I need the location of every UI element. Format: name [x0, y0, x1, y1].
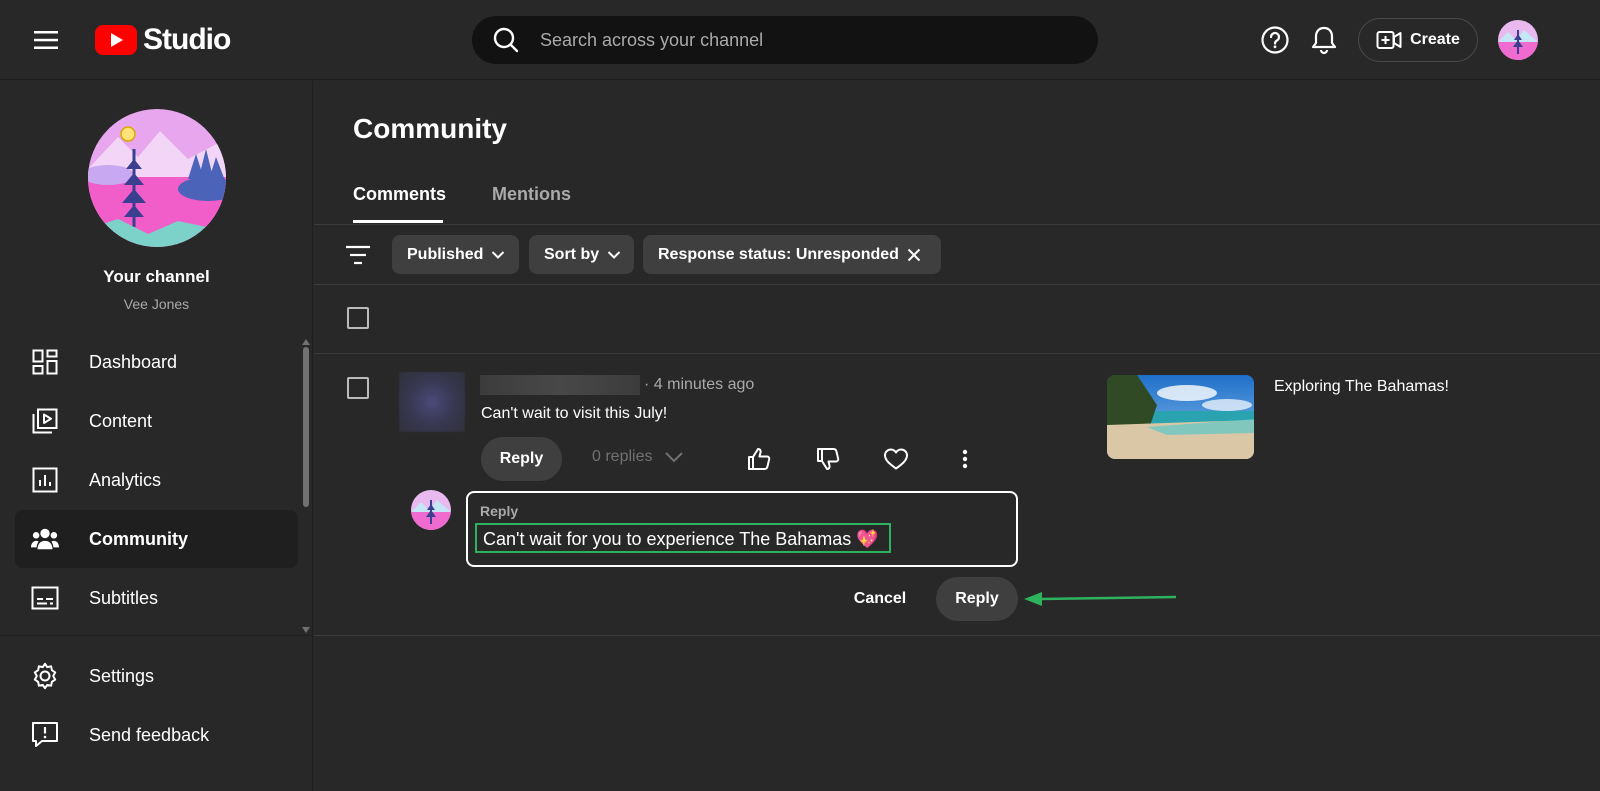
- comment-time: · 4 minutes ago: [644, 376, 755, 393]
- content-icon: [31, 407, 59, 435]
- heart-icon[interactable]: [880, 443, 912, 475]
- close-icon[interactable]: [907, 248, 921, 262]
- filter-chip-sort-by[interactable]: Sort by: [529, 235, 634, 274]
- account-avatar[interactable]: [1498, 20, 1538, 60]
- sidebar-item-label: Analytics: [89, 469, 162, 490]
- scroll-thumb[interactable]: [303, 347, 309, 507]
- reply-button[interactable]: Reply: [481, 437, 562, 481]
- search-input[interactable]: [540, 29, 1060, 51]
- replies-count-label: 0 replies: [592, 448, 653, 465]
- tabs-divider: [314, 224, 1600, 225]
- chip-label: Response status: Unresponded: [658, 245, 899, 263]
- chevron-down-icon: [665, 452, 684, 463]
- filter-icon[interactable]: [343, 240, 373, 270]
- cancel-button[interactable]: Cancel: [840, 578, 920, 620]
- header-row-divider: [314, 353, 1600, 354]
- subtitles-icon: [31, 584, 59, 612]
- video-title-link[interactable]: Exploring The Bahamas!: [1274, 378, 1449, 396]
- channel-avatar[interactable]: [88, 109, 226, 247]
- sidebar-item-label: Subtitles: [89, 587, 159, 608]
- page-title: Community: [353, 113, 507, 144]
- scroll-up-arrow-icon: [302, 339, 310, 345]
- channel-title: Your channel: [103, 267, 210, 286]
- reply-text-input[interactable]: Can't wait for you to experience The Bah…: [475, 523, 891, 553]
- comment-text: Can't wait to visit this July!: [481, 405, 668, 422]
- top-header: Studio Create: [0, 0, 1600, 80]
- community-icon: [31, 525, 59, 553]
- sidebar-item-label: Send feedback: [89, 724, 210, 745]
- search-icon: [493, 27, 519, 53]
- comment-checkbox[interactable]: [347, 377, 369, 399]
- sidebar-item-label: Settings: [89, 665, 155, 686]
- comment-time-text: 4 minutes ago: [653, 376, 755, 393]
- sidebar-item-content[interactable]: Content: [15, 392, 298, 450]
- scroll-down-arrow-icon: [302, 627, 310, 633]
- dashboard-icon: [31, 348, 59, 376]
- tab-comments[interactable]: Comments: [353, 184, 446, 205]
- sidebar-item-send-feedback[interactable]: Send feedback: [15, 706, 298, 764]
- menu-icon[interactable]: [28, 22, 64, 58]
- filter-chip-response-status[interactable]: Response status: Unresponded: [643, 235, 941, 274]
- sidebar-item-label: Content: [89, 410, 153, 431]
- thumbs-down-icon[interactable]: [812, 443, 844, 475]
- settings-icon: [31, 662, 59, 690]
- sidebar: Your channel Vee Jones Dashboard Content…: [0, 81, 313, 791]
- sidebar-item-dashboard[interactable]: Dashboard: [15, 333, 298, 391]
- youtube-studio-logo[interactable]: Studio: [95, 22, 231, 58]
- more-options-icon[interactable]: [949, 443, 981, 475]
- chip-label: Published: [407, 245, 484, 263]
- search-bar[interactable]: [472, 16, 1098, 64]
- replies-toggle[interactable]: 0 replies: [592, 448, 684, 466]
- chip-label: Sort by: [544, 245, 600, 263]
- youtube-logo-icon: [95, 25, 137, 55]
- help-icon[interactable]: [1257, 22, 1293, 58]
- sidebar-item-subtitles[interactable]: Subtitles: [15, 569, 298, 627]
- chevron-down-icon: [492, 250, 505, 259]
- commenter-name-redacted[interactable]: [480, 375, 640, 395]
- create-button[interactable]: Create: [1358, 18, 1478, 62]
- sidebar-divider: [0, 635, 313, 636]
- filter-chip-published[interactable]: Published: [392, 235, 519, 274]
- filters-divider: [314, 284, 1600, 285]
- reply-field-label: Reply: [480, 503, 519, 519]
- comment-row-divider: [314, 635, 1600, 636]
- video-thumbnail[interactable]: [1107, 375, 1254, 459]
- sidebar-item-analytics[interactable]: Analytics: [15, 451, 298, 509]
- reply-composer[interactable]: Reply Can't wait for you to experience T…: [466, 491, 1018, 567]
- sidebar-scrollbar[interactable]: [302, 339, 310, 635]
- chevron-down-icon: [607, 250, 621, 259]
- add-video-icon: [1376, 31, 1402, 49]
- analytics-icon: [31, 466, 59, 494]
- select-all-checkbox[interactable]: [347, 307, 369, 329]
- notifications-bell-icon[interactable]: [1306, 22, 1342, 58]
- sidebar-item-label: Community: [89, 528, 188, 549]
- create-button-label: Create: [1410, 31, 1460, 48]
- logo-text: Studio: [143, 23, 231, 56]
- tab-active-indicator: [353, 220, 443, 223]
- sidebar-item-settings[interactable]: Settings: [15, 647, 298, 705]
- thumbs-up-icon[interactable]: [743, 443, 775, 475]
- sidebar-item-community[interactable]: Community: [15, 510, 298, 568]
- submit-reply-button[interactable]: Reply: [936, 577, 1018, 621]
- feedback-icon: [31, 721, 59, 749]
- tab-mentions[interactable]: Mentions: [492, 184, 571, 205]
- channel-name: Vee Jones: [123, 296, 190, 312]
- annotation-arrow-icon: [1024, 592, 1177, 606]
- commenter-avatar[interactable]: [399, 372, 465, 432]
- sidebar-item-label: Dashboard: [89, 351, 178, 372]
- reply-author-avatar: [411, 490, 451, 530]
